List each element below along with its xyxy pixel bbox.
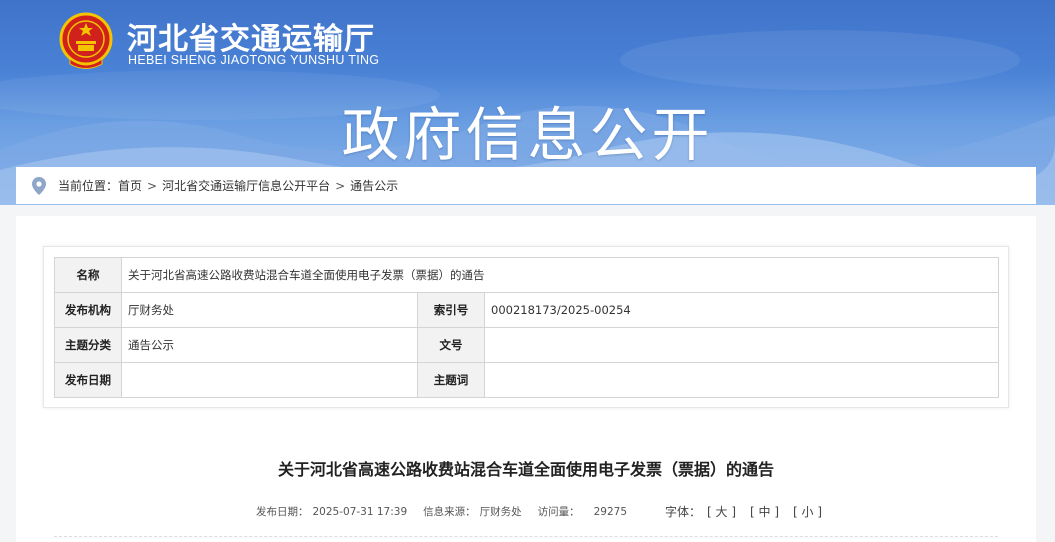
breadcrumb-prefix: 当前位置： [58,179,119,193]
docno-value [484,327,999,363]
index-value: 000218173/2025-00254 [484,292,999,328]
source-label: 信息来源： [423,506,476,518]
views-value: 29275 [593,505,628,518]
table-row: 名称 关于河北省高速公路收费站混合车道全面使用电子发票（票据）的通告 [54,257,999,293]
font-medium-button[interactable]: [ 中 ] [750,503,779,520]
national-emblem-icon [59,12,113,69]
table-row: 发布机构 厅财务处 索引号 000218173/2025-00254 [54,292,999,328]
article-meta: 发布日期： 2025-07-31 17:39 信息来源： 厅财务处 访问量： 2… [256,503,836,520]
site-subtitle: HEBEI SHENG JIAOTONG YUNSHU TING [128,53,380,67]
breadcrumb-separator: > [147,178,158,193]
breadcrumb-item-notices[interactable]: 通告公示 [350,177,398,194]
site-title[interactable]: 河北省交通运输厅 [127,14,375,58]
font-size-label: 字体： [665,505,702,519]
font-large-button[interactable]: [ 大 ] [707,503,736,520]
category-label: 主题分类 [54,327,122,363]
name-value: 关于河北省高速公路收费站混合车道全面使用电子发票（票据）的通告 [121,257,999,293]
org-value: 厅财务处 [121,292,418,328]
publish-date-label: 发布日期： [256,506,309,518]
breadcrumb-separator: > [335,178,346,193]
keywords-label: 主题词 [417,362,485,398]
table-row: 主题分类 通告公示 文号 [54,327,999,363]
publish-date-value: 2025-07-31 17:39 [312,505,408,518]
views-label: 访问量： [537,506,580,518]
divider [54,536,998,537]
org-label: 发布机构 [54,292,122,328]
index-label: 索引号 [417,292,485,328]
banner-title: 政府信息公开 [341,101,714,169]
date-label: 发布日期 [54,362,122,398]
breadcrumb: 当前位置： 首页 > 河北省交通运输厅信息公开平台 > 通告公示 [16,167,1036,204]
font-small-button[interactable]: [ 小 ] [793,503,822,520]
document-info-box: 名称 关于河北省高速公路收费站混合车道全面使用电子发票（票据）的通告 发布机构 … [43,246,1009,408]
source-value: 厅财务处 [479,506,522,518]
date-value [121,362,418,398]
article-title: 关于河北省高速公路收费站混合车道全面使用电子发票（票据）的通告 [277,460,774,479]
location-pin-icon [32,176,46,195]
name-label: 名称 [54,257,122,293]
table-row: 发布日期 主题词 [54,362,999,398]
document-info-table: 名称 关于河北省高速公路收费站混合车道全面使用电子发票（票据）的通告 发布机构 … [54,257,999,398]
content-panel: 名称 关于河北省高速公路收费站混合车道全面使用电子发票（票据）的通告 发布机构 … [16,216,1036,542]
breadcrumb-item-platform[interactable]: 河北省交通运输厅信息公开平台 [162,177,330,194]
keywords-value [484,362,999,398]
docno-label: 文号 [417,327,485,363]
breadcrumb-item-home[interactable]: 首页 [118,177,142,194]
category-value: 通告公示 [121,327,418,363]
